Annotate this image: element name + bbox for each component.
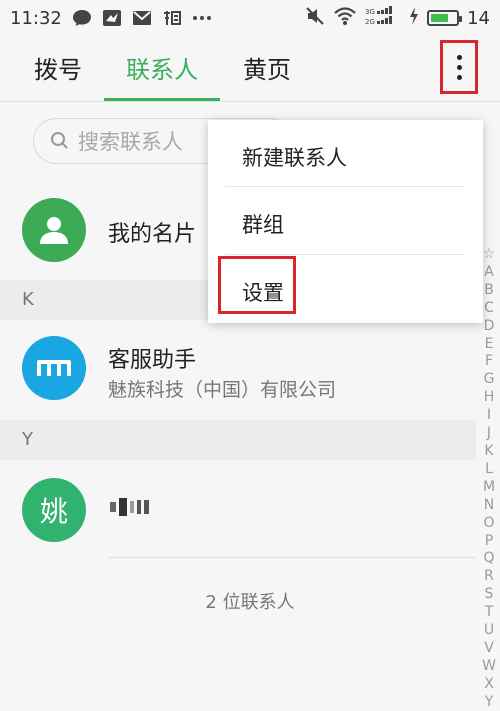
index-letter[interactable]: E — [485, 336, 494, 354]
index-letter[interactable]: ☆ — [483, 246, 496, 264]
svg-text:3G: 3G — [365, 8, 375, 16]
contact-company: 魅族科技（中国）有限公司 — [108, 379, 337, 401]
svg-text:2G: 2G — [365, 18, 375, 26]
my-card-label: 我的名片 — [108, 222, 197, 247]
index-letter[interactable]: X — [484, 676, 494, 694]
index-letter[interactable]: L — [485, 461, 493, 479]
taobao-icon — [162, 9, 182, 27]
my-card-avatar — [22, 198, 86, 262]
active-tab-indicator — [104, 98, 220, 101]
tab-dialer[interactable]: 拨号 — [34, 50, 82, 85]
index-letter[interactable]: F — [485, 353, 493, 371]
index-letter[interactable]: R — [484, 568, 494, 586]
contact-row[interactable]: 客服助手 魅族科技（中国）有限公司 — [0, 320, 472, 420]
settings-highlight-box — [218, 256, 296, 314]
more-dot-icon — [456, 64, 462, 70]
index-letter[interactable]: V — [484, 640, 494, 658]
status-time: 11:32 — [10, 7, 62, 29]
overflow-menu: 新建联系人 群组 设置 — [208, 120, 483, 323]
search-placeholder: 搜索联系人 — [78, 130, 183, 154]
index-letter[interactable]: C — [484, 300, 494, 318]
index-letter[interactable]: S — [485, 586, 494, 604]
chat-bubble-icon — [72, 9, 92, 27]
meizu-logo-icon — [37, 360, 71, 376]
contact-name-redacted — [110, 494, 170, 520]
menu-item-new-contact[interactable]: 新建联系人 — [242, 142, 347, 172]
battery-level: 14 — [467, 7, 490, 29]
more-options-button[interactable] — [440, 40, 478, 94]
index-letter[interactable]: P — [485, 533, 493, 551]
battery-icon — [427, 10, 463, 26]
index-letter[interactable]: W — [482, 658, 496, 676]
more-notifications-icon — [192, 15, 212, 21]
index-letter[interactable]: T — [485, 604, 494, 622]
search-icon — [51, 132, 68, 149]
index-letter[interactable]: O — [483, 515, 494, 533]
section-header-y: Y — [0, 420, 476, 460]
wifi-icon — [333, 6, 357, 31]
more-dot-icon — [456, 74, 462, 80]
contact-count: 2 位联系人 — [205, 592, 295, 613]
index-letter[interactable]: J — [487, 425, 491, 443]
menu-divider — [225, 254, 465, 255]
mail-icon — [132, 9, 152, 27]
person-icon — [40, 217, 68, 244]
contact-avatar — [22, 336, 86, 400]
tab-bar: 拨号 联系人 黄页 — [0, 36, 500, 102]
index-letter[interactable]: U — [484, 622, 494, 640]
index-letter[interactable]: G — [484, 371, 495, 389]
index-letter[interactable]: A — [484, 264, 494, 282]
charging-icon — [409, 6, 419, 30]
index-letter[interactable]: H — [484, 389, 495, 407]
tab-yellow-pages[interactable]: 黄页 — [243, 50, 291, 85]
bird-icon — [102, 9, 122, 27]
index-letter[interactable]: M — [483, 479, 495, 497]
index-letter[interactable]: I — [487, 407, 491, 425]
menu-item-groups[interactable]: 群组 — [242, 209, 284, 239]
index-letter[interactable]: N — [484, 497, 494, 515]
contact-avatar-initial: 姚 — [39, 495, 68, 528]
divider — [108, 557, 476, 558]
status-bar: 11:32 3G 2G 14 — [0, 0, 500, 36]
index-letter[interactable]: B — [484, 282, 494, 300]
index-letter[interactable]: D — [484, 318, 495, 336]
index-letter[interactable]: Y — [485, 694, 494, 711]
contact-row[interactable]: 姚 — [0, 460, 472, 558]
more-dot-icon — [456, 54, 462, 60]
index-letter[interactable]: K — [484, 443, 493, 461]
tab-contacts[interactable]: 联系人 — [126, 50, 198, 85]
index-letter[interactable]: Q — [483, 550, 494, 568]
signal-icon: 3G 2G — [365, 5, 401, 31]
mute-icon — [305, 6, 325, 31]
menu-divider — [225, 186, 465, 187]
contact-name: 客服助手 — [108, 348, 197, 373]
contact-avatar: 姚 — [22, 478, 86, 542]
